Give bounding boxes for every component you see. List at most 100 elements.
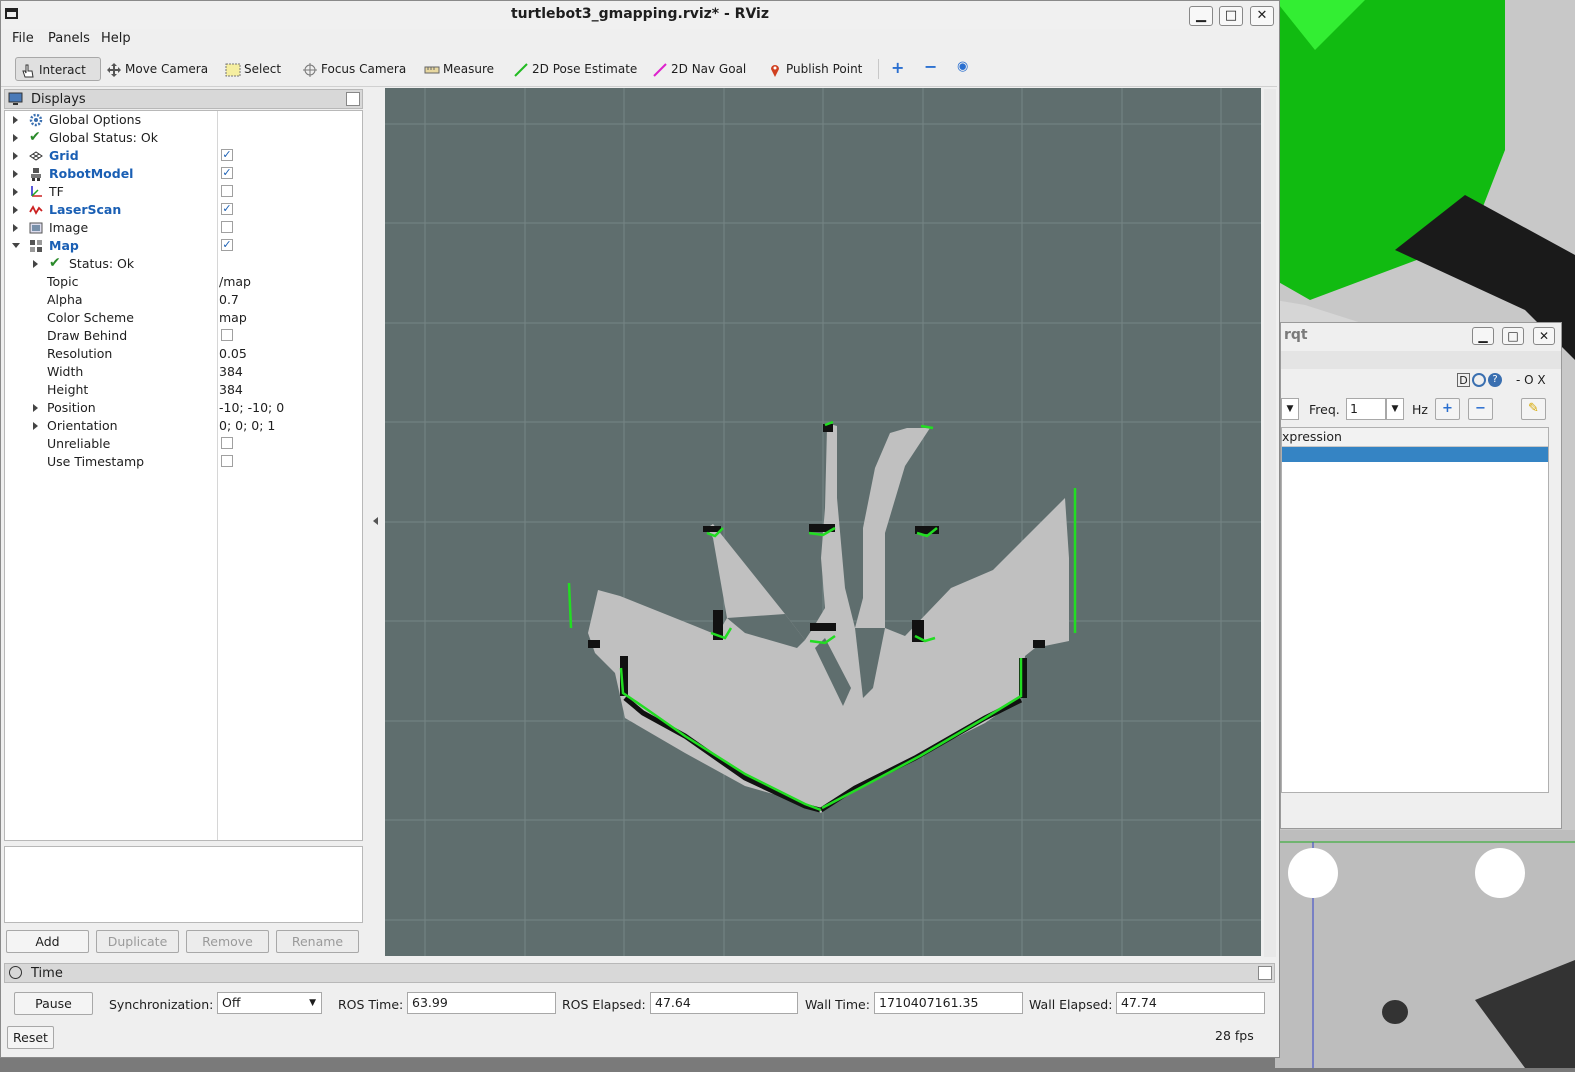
expand-arrow-icon[interactable]: [33, 422, 38, 430]
display-item-tf[interactable]: TF: [5, 183, 362, 201]
rqt-help-icon[interactable]: ?: [1488, 373, 1502, 387]
rqt-freq-spin[interactable]: ▼: [1386, 398, 1404, 420]
display-item-global-options[interactable]: Global Options: [5, 111, 362, 129]
rqt-topic-dropdown[interactable]: ▼: [1281, 398, 1299, 420]
ros-time-field[interactable]: 63.99: [407, 992, 556, 1014]
map-prop-position[interactable]: Position -10; -10; 0: [5, 399, 362, 417]
minimize-button[interactable]: ▁: [1189, 6, 1213, 26]
robotmodel-enabled-checkbox[interactable]: ✓: [221, 167, 233, 179]
displays-float-button[interactable]: [346, 92, 360, 106]
ros-elapsed-field[interactable]: 47.64: [650, 992, 798, 1014]
2d-nav-goal-tool-button[interactable]: 2D Nav Goal: [648, 57, 746, 81]
remove-display-button[interactable]: Remove: [186, 930, 269, 953]
right-dock-splitter[interactable]: [1264, 89, 1276, 957]
map-prop-status[interactable]: ✔ Status: Ok: [5, 255, 362, 273]
prop-value[interactable]: 0; 0; 0; 1: [219, 418, 275, 433]
pause-button[interactable]: Pause: [14, 992, 93, 1015]
select-tool-button[interactable]: Select: [221, 57, 281, 81]
display-item-laserscan[interactable]: LaserScan ✓: [5, 201, 362, 219]
rqt-expression-list[interactable]: xpression: [1281, 427, 1549, 793]
expand-arrow-icon[interactable]: [13, 206, 18, 214]
reset-button[interactable]: Reset: [7, 1026, 54, 1049]
prop-value[interactable]: 0.7: [219, 292, 239, 307]
add-display-button[interactable]: Add: [6, 930, 89, 953]
rqt-remove-button[interactable]: −: [1468, 398, 1493, 420]
rqt-refresh-icon[interactable]: [1472, 373, 1486, 387]
rqt-add-button[interactable]: +: [1435, 398, 1460, 420]
publish-point-tool-button[interactable]: Publish Point: [763, 57, 862, 81]
expand-arrow-icon[interactable]: [13, 134, 18, 142]
3d-render-view[interactable]: [385, 88, 1261, 956]
rqt-maximize-button[interactable]: □: [1502, 327, 1524, 345]
map-prop-alpha[interactable]: Alpha 0.7: [5, 291, 362, 309]
rqt-minimize-button[interactable]: ▁: [1472, 327, 1494, 345]
rqt-selected-row[interactable]: [1282, 447, 1548, 462]
expand-arrow-icon[interactable]: [33, 404, 38, 412]
display-item-map[interactable]: Map ✓: [5, 237, 362, 255]
eye-icon[interactable]: ◉: [957, 59, 968, 74]
display-item-global-status[interactable]: ✔ Global Status: Ok: [5, 129, 362, 147]
map-prop-orientation[interactable]: Orientation 0; 0; 0; 1: [5, 417, 362, 435]
displays-tree[interactable]: Global Options ✔ Global Status: Ok Grid …: [4, 110, 363, 841]
wall-time-field[interactable]: 1710407161.35: [874, 992, 1023, 1014]
collapse-arrow-icon[interactable]: [12, 243, 20, 248]
prop-value[interactable]: 384: [219, 382, 243, 397]
unreliable-checkbox[interactable]: [221, 437, 233, 449]
menu-help[interactable]: Help: [101, 31, 131, 46]
expand-arrow-icon[interactable]: [13, 170, 18, 178]
rqt-clear-button[interactable]: ✎: [1521, 398, 1546, 420]
add-tool-icon[interactable]: +: [891, 58, 904, 77]
rqt-close-button[interactable]: ✕: [1533, 327, 1555, 345]
prop-value[interactable]: map: [219, 310, 247, 325]
display-item-label: Global Options: [49, 112, 142, 127]
focus-camera-tool-button[interactable]: Focus Camera: [298, 57, 406, 81]
interact-tool-button[interactable]: Interact: [15, 57, 101, 81]
move-camera-tool-button[interactable]: Move Camera: [102, 57, 208, 81]
checkmark-icon: ✔: [29, 129, 41, 145]
duplicate-display-button[interactable]: Duplicate: [96, 930, 179, 953]
map-prop-width[interactable]: Width 384: [5, 363, 362, 381]
prop-value[interactable]: -10; -10; 0: [219, 400, 284, 415]
grid-enabled-checkbox[interactable]: ✓: [221, 149, 233, 161]
map-prop-color-scheme[interactable]: Color Scheme map: [5, 309, 362, 327]
menu-file[interactable]: File: [12, 31, 34, 46]
map-prop-height[interactable]: Height 384: [5, 381, 362, 399]
use-timestamp-checkbox[interactable]: [221, 455, 233, 467]
map-prop-use-timestamp[interactable]: Use Timestamp: [5, 453, 362, 471]
rename-display-button[interactable]: Rename: [276, 930, 359, 953]
remove-tool-icon[interactable]: −: [924, 57, 937, 76]
time-float-button[interactable]: [1258, 966, 1272, 980]
laserscan-enabled-checkbox[interactable]: ✓: [221, 203, 233, 215]
expand-arrow-icon[interactable]: [13, 224, 18, 232]
map-prop-resolution[interactable]: Resolution 0.05: [5, 345, 362, 363]
draw-behind-checkbox[interactable]: [221, 329, 233, 341]
display-item-image[interactable]: Image: [5, 219, 362, 237]
map-prop-topic[interactable]: Topic /map: [5, 273, 362, 291]
synchronization-dropdown[interactable]: Off ▼: [217, 992, 322, 1014]
expand-arrow-icon[interactable]: [13, 188, 18, 196]
expand-arrow-icon[interactable]: [13, 152, 18, 160]
prop-value[interactable]: /map: [219, 274, 251, 289]
rqt-freq-input[interactable]: 1: [1346, 398, 1386, 420]
close-button[interactable]: ✕: [1250, 6, 1274, 26]
display-item-grid[interactable]: Grid ✓: [5, 147, 362, 165]
map-prop-draw-behind[interactable]: Draw Behind: [5, 327, 362, 345]
menu-panels[interactable]: Panels: [48, 31, 90, 46]
image-enabled-checkbox[interactable]: [221, 221, 233, 233]
tf-enabled-checkbox[interactable]: [221, 185, 233, 197]
expand-arrow-icon[interactable]: [13, 116, 18, 124]
rqt-window-controls[interactable]: - O X: [1516, 373, 1546, 387]
left-splitter-arrow[interactable]: [373, 517, 378, 525]
display-item-robotmodel[interactable]: RobotModel ✓: [5, 165, 362, 183]
2d-pose-estimate-tool-button[interactable]: 2D Pose Estimate: [509, 57, 637, 81]
maximize-button[interactable]: □: [1219, 6, 1243, 26]
map-prop-unreliable[interactable]: Unreliable: [5, 435, 362, 453]
prop-value[interactable]: 384: [219, 364, 243, 379]
rqt-expression-header[interactable]: xpression: [1282, 428, 1548, 447]
expand-arrow-icon[interactable]: [33, 260, 38, 268]
prop-value[interactable]: 0.05: [219, 346, 247, 361]
rqt-d-icon[interactable]: D: [1457, 373, 1470, 387]
map-enabled-checkbox[interactable]: ✓: [221, 239, 233, 251]
measure-tool-button[interactable]: Measure: [420, 57, 494, 81]
wall-elapsed-field[interactable]: 47.74: [1116, 992, 1265, 1014]
